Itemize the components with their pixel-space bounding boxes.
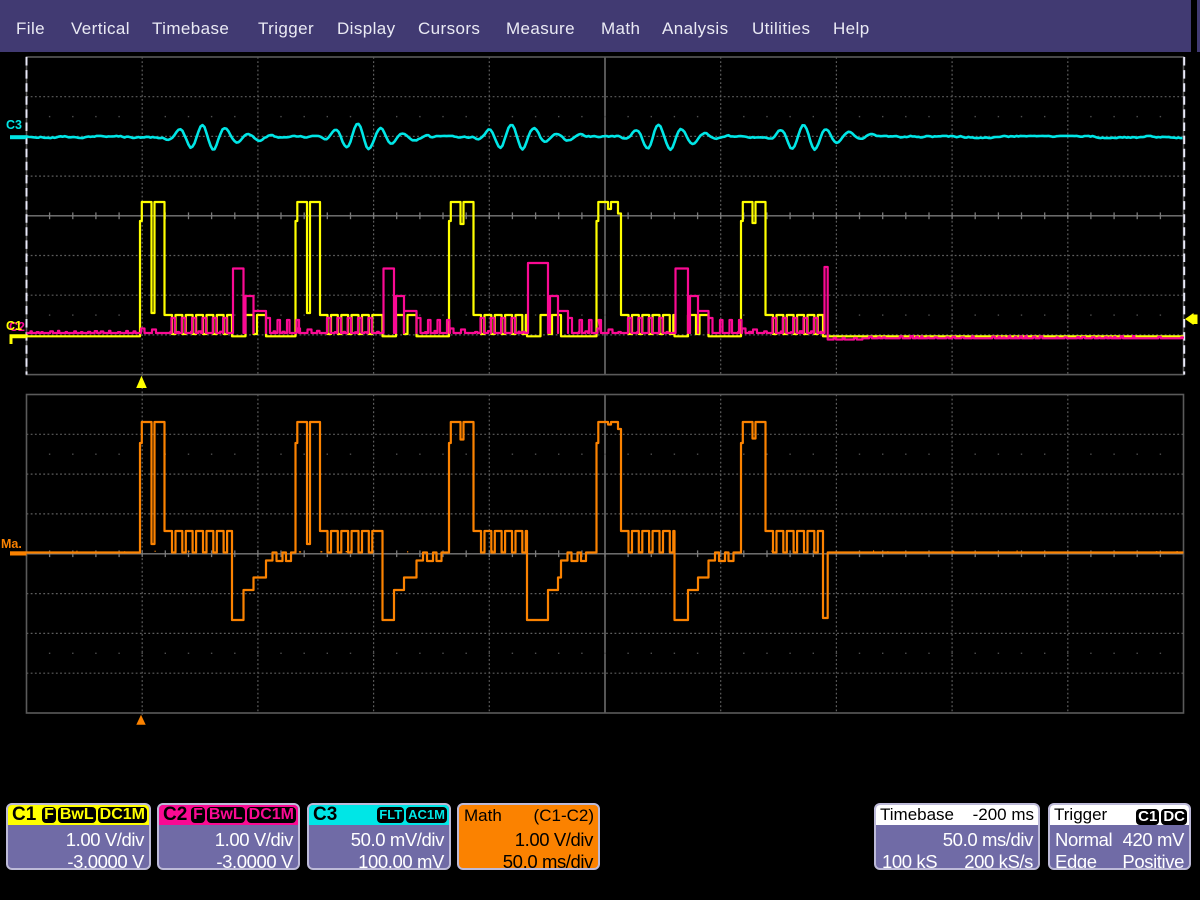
svg-text:C1: C1 [6, 319, 22, 333]
svg-text:C3: C3 [6, 118, 22, 132]
svg-text:Ma.: Ma. [1, 537, 22, 551]
